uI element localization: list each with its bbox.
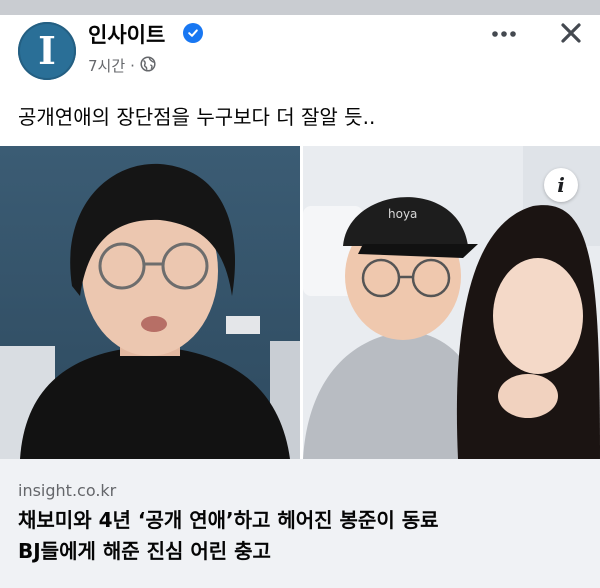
verified-badge-icon (183, 23, 203, 43)
page-name[interactable]: 인사이트 (88, 19, 165, 49)
more-options-button[interactable] (488, 18, 520, 50)
post-meta: 7시간 · (88, 55, 156, 76)
globe-icon (140, 55, 156, 76)
link-title-line-2: BJ들에게 해준 진심 어린 충고 (18, 539, 271, 563)
link-domain: insight.co.kr (18, 481, 117, 500)
meta-separator: · (130, 56, 135, 75)
more-options-icon (492, 31, 516, 37)
post-caption: 공개연애의 장단점을 누구보다 더 잘알 듯.. (18, 105, 376, 129)
link-title[interactable]: 채보미와 4년 ‘공개 연애’하고 헤어진 봉준이 동료 BJ들에게 해준 진심… (18, 505, 588, 567)
post-timestamp[interactable]: 7시간 (88, 55, 125, 76)
avatar-logo-letter: I (38, 28, 56, 73)
close-button[interactable] (554, 16, 588, 50)
link-title-line-1: 채보미와 4년 ‘공개 연애’하고 헤어진 봉준이 동료 (18, 508, 439, 532)
page-avatar[interactable]: I (18, 22, 76, 80)
photo-left[interactable] (0, 146, 300, 459)
close-icon (561, 23, 581, 43)
info-button[interactable]: i (544, 168, 578, 202)
info-icon: i (557, 173, 565, 197)
top-edge-strip (0, 0, 600, 15)
cap-text: hoya (388, 207, 417, 221)
